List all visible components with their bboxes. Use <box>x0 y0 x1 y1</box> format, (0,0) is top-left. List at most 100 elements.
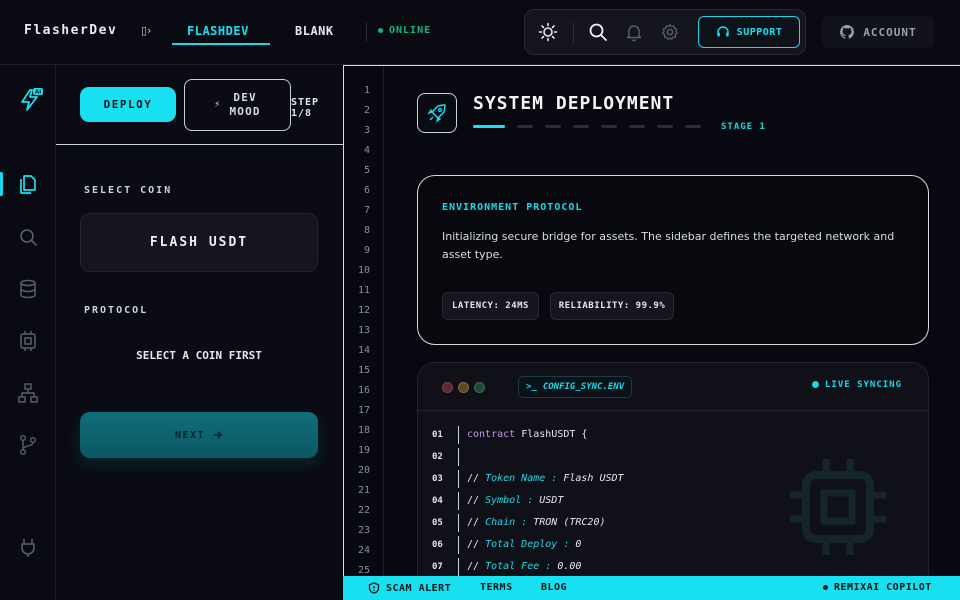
dev-mood-line-2: MOOD <box>229 105 261 118</box>
status-dot <box>378 27 383 33</box>
code-token: // <box>467 561 486 572</box>
rocket-icon <box>427 104 446 123</box>
support-button[interactable]: SUPPORT <box>698 16 800 48</box>
code-token: 0 <box>569 539 582 550</box>
sync-dot <box>812 381 819 388</box>
files-icon[interactable] <box>17 173 39 195</box>
page-title: SYSTEM DEPLOYMENT <box>473 93 675 114</box>
search-icon[interactable] <box>17 226 39 248</box>
code-line-marker <box>458 514 459 532</box>
code-line-marker <box>458 470 459 488</box>
search-icon[interactable] <box>588 22 608 42</box>
copilot-label: REMIXAI COPILOT <box>834 582 932 593</box>
code-token: Total Deploy : <box>485 539 570 550</box>
deployment-icon-box <box>417 93 457 133</box>
stage-segment <box>629 125 645 128</box>
coin-option-flash-usdt[interactable]: FLASH USDT <box>80 213 318 272</box>
chip-icon[interactable] <box>17 330 39 352</box>
sun-icon[interactable] <box>538 22 558 42</box>
code-line: 01 contract FlashUSDT { <box>432 426 587 444</box>
protocol-label: PROTOCOL <box>84 305 149 316</box>
line-number: 13 <box>357 325 370 336</box>
code-line-marker <box>458 558 459 576</box>
active-rail-indicator <box>0 172 3 196</box>
tab-blank[interactable]: BLANK <box>295 24 334 38</box>
file-tab[interactable]: >_ CONFIG_SYNC.ENV <box>518 376 633 398</box>
database-icon[interactable] <box>17 278 39 300</box>
logo-bolt-icon[interactable]: AI <box>17 87 43 113</box>
line-number: 24 <box>357 545 370 556</box>
blog-link[interactable]: BLOG <box>541 582 567 593</box>
select-coin-label: SELECT COIN <box>84 185 173 196</box>
account-button[interactable]: ACCOUNT <box>822 16 934 48</box>
stage-label: STAGE 1 <box>721 122 766 132</box>
code-line-number: 07 <box>432 562 443 572</box>
next-label: NEXT <box>174 429 206 441</box>
main-editor: 1 2 3 4 5 6 7 8 9 10 11 12 13 14 15 16 17 18 19 20 21 22 23 24 2… <box>343 65 960 576</box>
code-line-marker <box>458 426 459 444</box>
line-number: 23 <box>357 525 370 536</box>
toolbar: SUPPORT <box>524 9 806 55</box>
line-number: 9 <box>363 245 370 256</box>
code-line-number: 03 <box>432 474 443 484</box>
file-name: CONFIG_SYNC.ENV <box>542 382 625 392</box>
copilot-button[interactable]: REMIXAI COPILOT <box>823 582 932 593</box>
dev-mood-line-1: DEV <box>233 91 257 104</box>
window-close-dot[interactable] <box>442 382 453 393</box>
environment-title: ENVIRONMENT PROTOCOL <box>442 202 583 213</box>
brand-logo[interactable]: FlasherDev <box>24 23 117 38</box>
plug-icon[interactable] <box>17 536 39 558</box>
stage-segment <box>473 125 505 128</box>
environment-card: ENVIRONMENT PROTOCOL Initializing secure… <box>417 175 929 345</box>
bell-icon[interactable] <box>624 22 644 42</box>
line-number: 19 <box>357 445 370 456</box>
panel-header: DEPLOY ⚡︎ DEV MOOD STEP 1/8 <box>56 65 343 145</box>
line-number: 1 <box>363 85 370 96</box>
code-line: 05 // Chain : TRON (TRC20) <box>432 514 606 532</box>
code-line-number: 01 <box>432 430 443 440</box>
code-line-marker <box>458 492 459 510</box>
account-label: ACCOUNT <box>863 25 917 39</box>
divider <box>366 22 367 42</box>
headset-icon <box>716 26 729 37</box>
line-number-gutter: 1 2 3 4 5 6 7 8 9 10 11 12 13 14 15 16 17 18 19 20 21 22 23 24 2… <box>344 66 384 576</box>
chip-watermark-icon <box>790 459 886 555</box>
code-token: // <box>467 473 486 484</box>
config-panel: DEPLOY ⚡︎ DEV MOOD STEP 1/8 SELECT COIN F… <box>56 65 343 600</box>
line-number: 6 <box>363 185 370 196</box>
deploy-button[interactable]: DEPLOY <box>80 87 176 122</box>
git-branch-icon[interactable] <box>17 434 39 456</box>
network-icon[interactable] <box>17 382 39 404</box>
code-token: Symbol : <box>485 495 534 506</box>
window-maximize-dot[interactable] <box>474 382 485 393</box>
dev-mood-label: DEV MOOD <box>229 91 260 119</box>
line-number: 16 <box>357 385 370 396</box>
sync-status: LIVE SYNCING <box>812 380 902 390</box>
top-bar: FlasherDev ▯› FLASHDEV BLANK ONLINE SUPP… <box>0 0 960 65</box>
dev-mood-button[interactable]: ⚡︎ DEV MOOD <box>184 79 291 131</box>
code-token: FlashUSDT { <box>515 429 588 440</box>
code-line-marker <box>458 536 459 554</box>
sync-status-text: LIVE SYNCING <box>825 380 903 390</box>
scam-alert-label: SCAM ALERT <box>386 582 452 594</box>
line-number: 18 <box>357 425 370 436</box>
line-number: 15 <box>357 365 370 376</box>
line-number: 25 <box>357 565 370 576</box>
code-line: 06 // Total Deploy : 0 <box>432 536 581 554</box>
line-number: 10 <box>357 265 370 276</box>
code-window: >_ CONFIG_SYNC.ENV LIVE SYNCING 01 contra… <box>417 362 929 576</box>
stage-segment <box>545 125 561 128</box>
window-minimize-dot[interactable] <box>458 382 469 393</box>
stage-segment <box>573 125 589 128</box>
line-number: 12 <box>357 305 370 316</box>
breadcrumb-toggle[interactable]: ▯› <box>141 24 151 37</box>
terms-link[interactable]: TERMS <box>480 582 513 593</box>
gear-icon[interactable] <box>660 22 680 42</box>
scam-alert-link[interactable]: SCAM ALERT <box>368 582 451 594</box>
step-indicator: STEP 1/8 <box>291 97 320 119</box>
line-number: 22 <box>357 505 370 516</box>
next-button[interactable]: NEXT <box>80 412 318 458</box>
tab-flashdev[interactable]: FLASHDEV <box>187 24 249 38</box>
code-line: 07 // Total Fee : 0.00 <box>432 558 581 576</box>
bolt-icon: ⚡︎ <box>214 99 222 110</box>
